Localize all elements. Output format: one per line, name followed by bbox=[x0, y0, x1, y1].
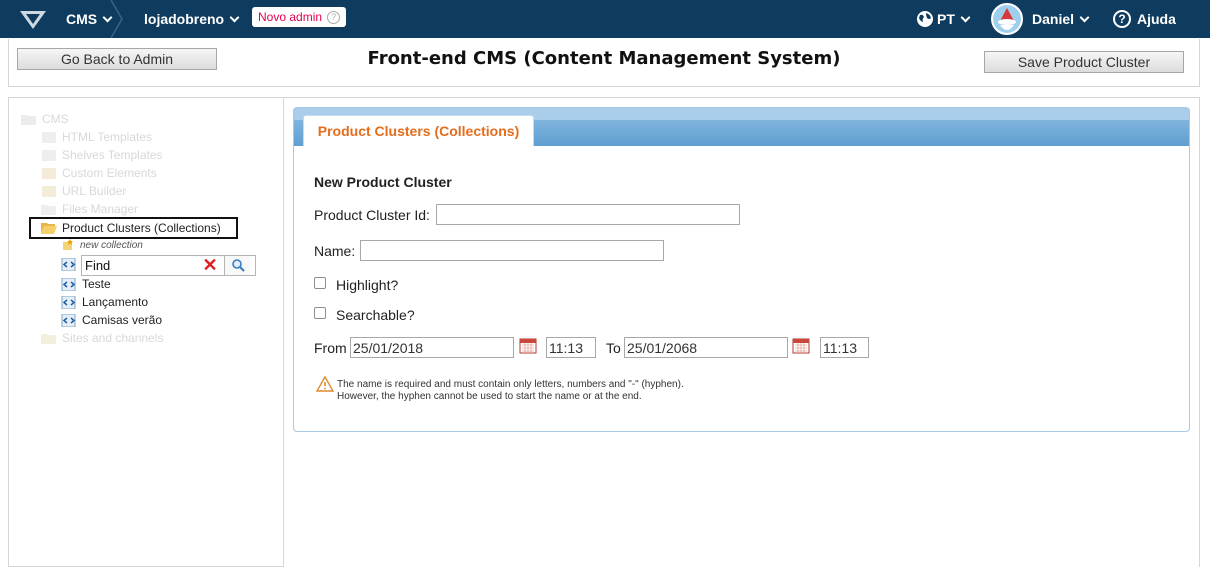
tree-child-lancamento[interactable]: Lançamento bbox=[61, 294, 148, 310]
new-collection-label: new collection bbox=[80, 239, 143, 251]
clear-icon[interactable]: ✕ bbox=[200, 256, 220, 275]
form-title: New Product Cluster bbox=[314, 174, 452, 190]
from-date-input[interactable] bbox=[350, 337, 514, 358]
store-menu-label: lojadobreno bbox=[144, 11, 225, 27]
template-icon bbox=[42, 131, 56, 143]
highlight-label: Highlight? bbox=[336, 277, 399, 293]
validation-note-line2: However, the hyphen cannot be used to st… bbox=[337, 391, 642, 402]
code-file-icon bbox=[61, 277, 76, 291]
search-icon bbox=[232, 259, 245, 272]
breadcrumb-separator-icon bbox=[110, 0, 123, 38]
code-file-icon bbox=[61, 295, 76, 309]
tab-product-clusters[interactable]: Product Clusters (Collections) bbox=[303, 115, 534, 146]
language-menu[interactable]: PT bbox=[916, 0, 971, 38]
open-folder-icon bbox=[41, 222, 57, 234]
code-file-icon bbox=[61, 258, 76, 271]
chevron-down-icon bbox=[1079, 12, 1090, 22]
help-icon: ? bbox=[1113, 10, 1131, 28]
to-time-input[interactable] bbox=[820, 337, 869, 358]
name-label: Name: bbox=[314, 243, 356, 259]
cluster-id-label: Product Cluster Id: bbox=[314, 207, 430, 223]
user-menu[interactable]: Daniel bbox=[1032, 0, 1090, 38]
tree-item-url-builder[interactable]: URL Builder bbox=[41, 183, 126, 199]
name-input[interactable] bbox=[360, 240, 664, 261]
cms-menu-label: CMS bbox=[66, 11, 98, 27]
code-file-icon bbox=[61, 313, 76, 327]
element-icon bbox=[42, 167, 56, 179]
tree-item-label: URL Builder bbox=[62, 184, 127, 198]
chevron-down-icon bbox=[960, 12, 971, 22]
globe-icon bbox=[917, 11, 933, 27]
from-time-input[interactable] bbox=[546, 337, 596, 358]
tree-item-sites-channels[interactable]: Sites and channels bbox=[41, 330, 163, 346]
tree-item-label: Custom Elements bbox=[62, 166, 157, 180]
tree-item-label: Product Clusters (Collections) bbox=[62, 221, 221, 235]
searchable-checkbox[interactable] bbox=[314, 307, 326, 319]
user-avatar[interactable] bbox=[991, 3, 1023, 35]
tree-item-shelves-templates[interactable]: Shelves Templates bbox=[41, 147, 163, 163]
chevron-down-icon bbox=[229, 12, 240, 22]
calendar-icon[interactable] bbox=[792, 337, 810, 354]
vtex-logo-icon[interactable] bbox=[18, 8, 48, 30]
folder-icon bbox=[41, 204, 56, 215]
find-field: ✕ bbox=[81, 255, 256, 276]
shelf-icon bbox=[42, 149, 56, 161]
to-label: To bbox=[606, 340, 621, 356]
from-label: From bbox=[314, 340, 347, 356]
folder-icon bbox=[41, 333, 56, 344]
validation-note-line1: The name is required and must contain on… bbox=[337, 379, 684, 390]
tree-child-camisas-verao[interactable]: Camisas verão bbox=[61, 312, 162, 328]
new-collection-link[interactable]: new collection bbox=[61, 237, 143, 253]
language-label: PT bbox=[937, 11, 955, 27]
tree-item-label: Shelves Templates bbox=[62, 148, 163, 162]
new-admin-badge-label: Novo admin bbox=[258, 10, 323, 24]
cms-menu[interactable]: CMS bbox=[66, 0, 113, 38]
tree-child-label: Camisas verão bbox=[82, 313, 163, 327]
tree-item-label: Files Manager bbox=[62, 202, 139, 216]
tree-item-files-manager[interactable]: Files Manager bbox=[41, 201, 138, 217]
tree-item-html-templates[interactable]: HTML Templates bbox=[41, 129, 152, 145]
question-icon: ? bbox=[327, 10, 341, 24]
to-date-input[interactable] bbox=[624, 337, 788, 358]
warning-icon bbox=[316, 376, 334, 392]
new-admin-badge[interactable]: Novo admin ? bbox=[252, 7, 347, 27]
header-panel: Go Back to Admin Front-end CMS (Content … bbox=[8, 39, 1200, 87]
new-item-icon bbox=[63, 239, 73, 250]
url-icon bbox=[42, 185, 56, 197]
calendar-icon[interactable] bbox=[519, 337, 537, 354]
help-link[interactable]: ? Ajuda bbox=[1113, 0, 1176, 38]
avatar-image bbox=[993, 5, 1021, 33]
tree-child-teste[interactable]: Teste bbox=[61, 276, 111, 292]
validation-note: The name is required and must contain on… bbox=[337, 379, 684, 403]
tree-child-label: Lançamento bbox=[82, 295, 149, 309]
top-navbar: CMS lojadobreno Novo admin ? PT Daniel ?… bbox=[0, 0, 1210, 38]
user-name: Daniel bbox=[1032, 11, 1075, 27]
cluster-id-input[interactable] bbox=[436, 204, 740, 225]
folder-icon bbox=[21, 114, 36, 125]
tree-item-label: HTML Templates bbox=[62, 130, 153, 144]
tree-item-product-clusters[interactable]: Product Clusters (Collections) bbox=[41, 220, 221, 236]
tree-child-label: Teste bbox=[82, 277, 111, 291]
tree-item-label: Sites and channels bbox=[62, 331, 164, 345]
help-label: Ajuda bbox=[1137, 11, 1176, 27]
tree-item-custom-elements[interactable]: Custom Elements bbox=[41, 165, 157, 181]
searchable-label: Searchable? bbox=[336, 307, 415, 323]
save-product-cluster-button[interactable]: Save Product Cluster bbox=[984, 51, 1184, 73]
tree-panel: CMS HTML Templates Shelves Templates Cus… bbox=[8, 97, 284, 567]
tree-root-label: CMS bbox=[42, 112, 69, 126]
store-menu[interactable]: lojadobreno bbox=[144, 0, 240, 38]
tree-root[interactable]: CMS bbox=[21, 111, 69, 127]
search-button[interactable] bbox=[224, 256, 250, 275]
card-header: Product Clusters (Collections) bbox=[294, 108, 1189, 146]
highlight-checkbox[interactable] bbox=[314, 277, 326, 289]
